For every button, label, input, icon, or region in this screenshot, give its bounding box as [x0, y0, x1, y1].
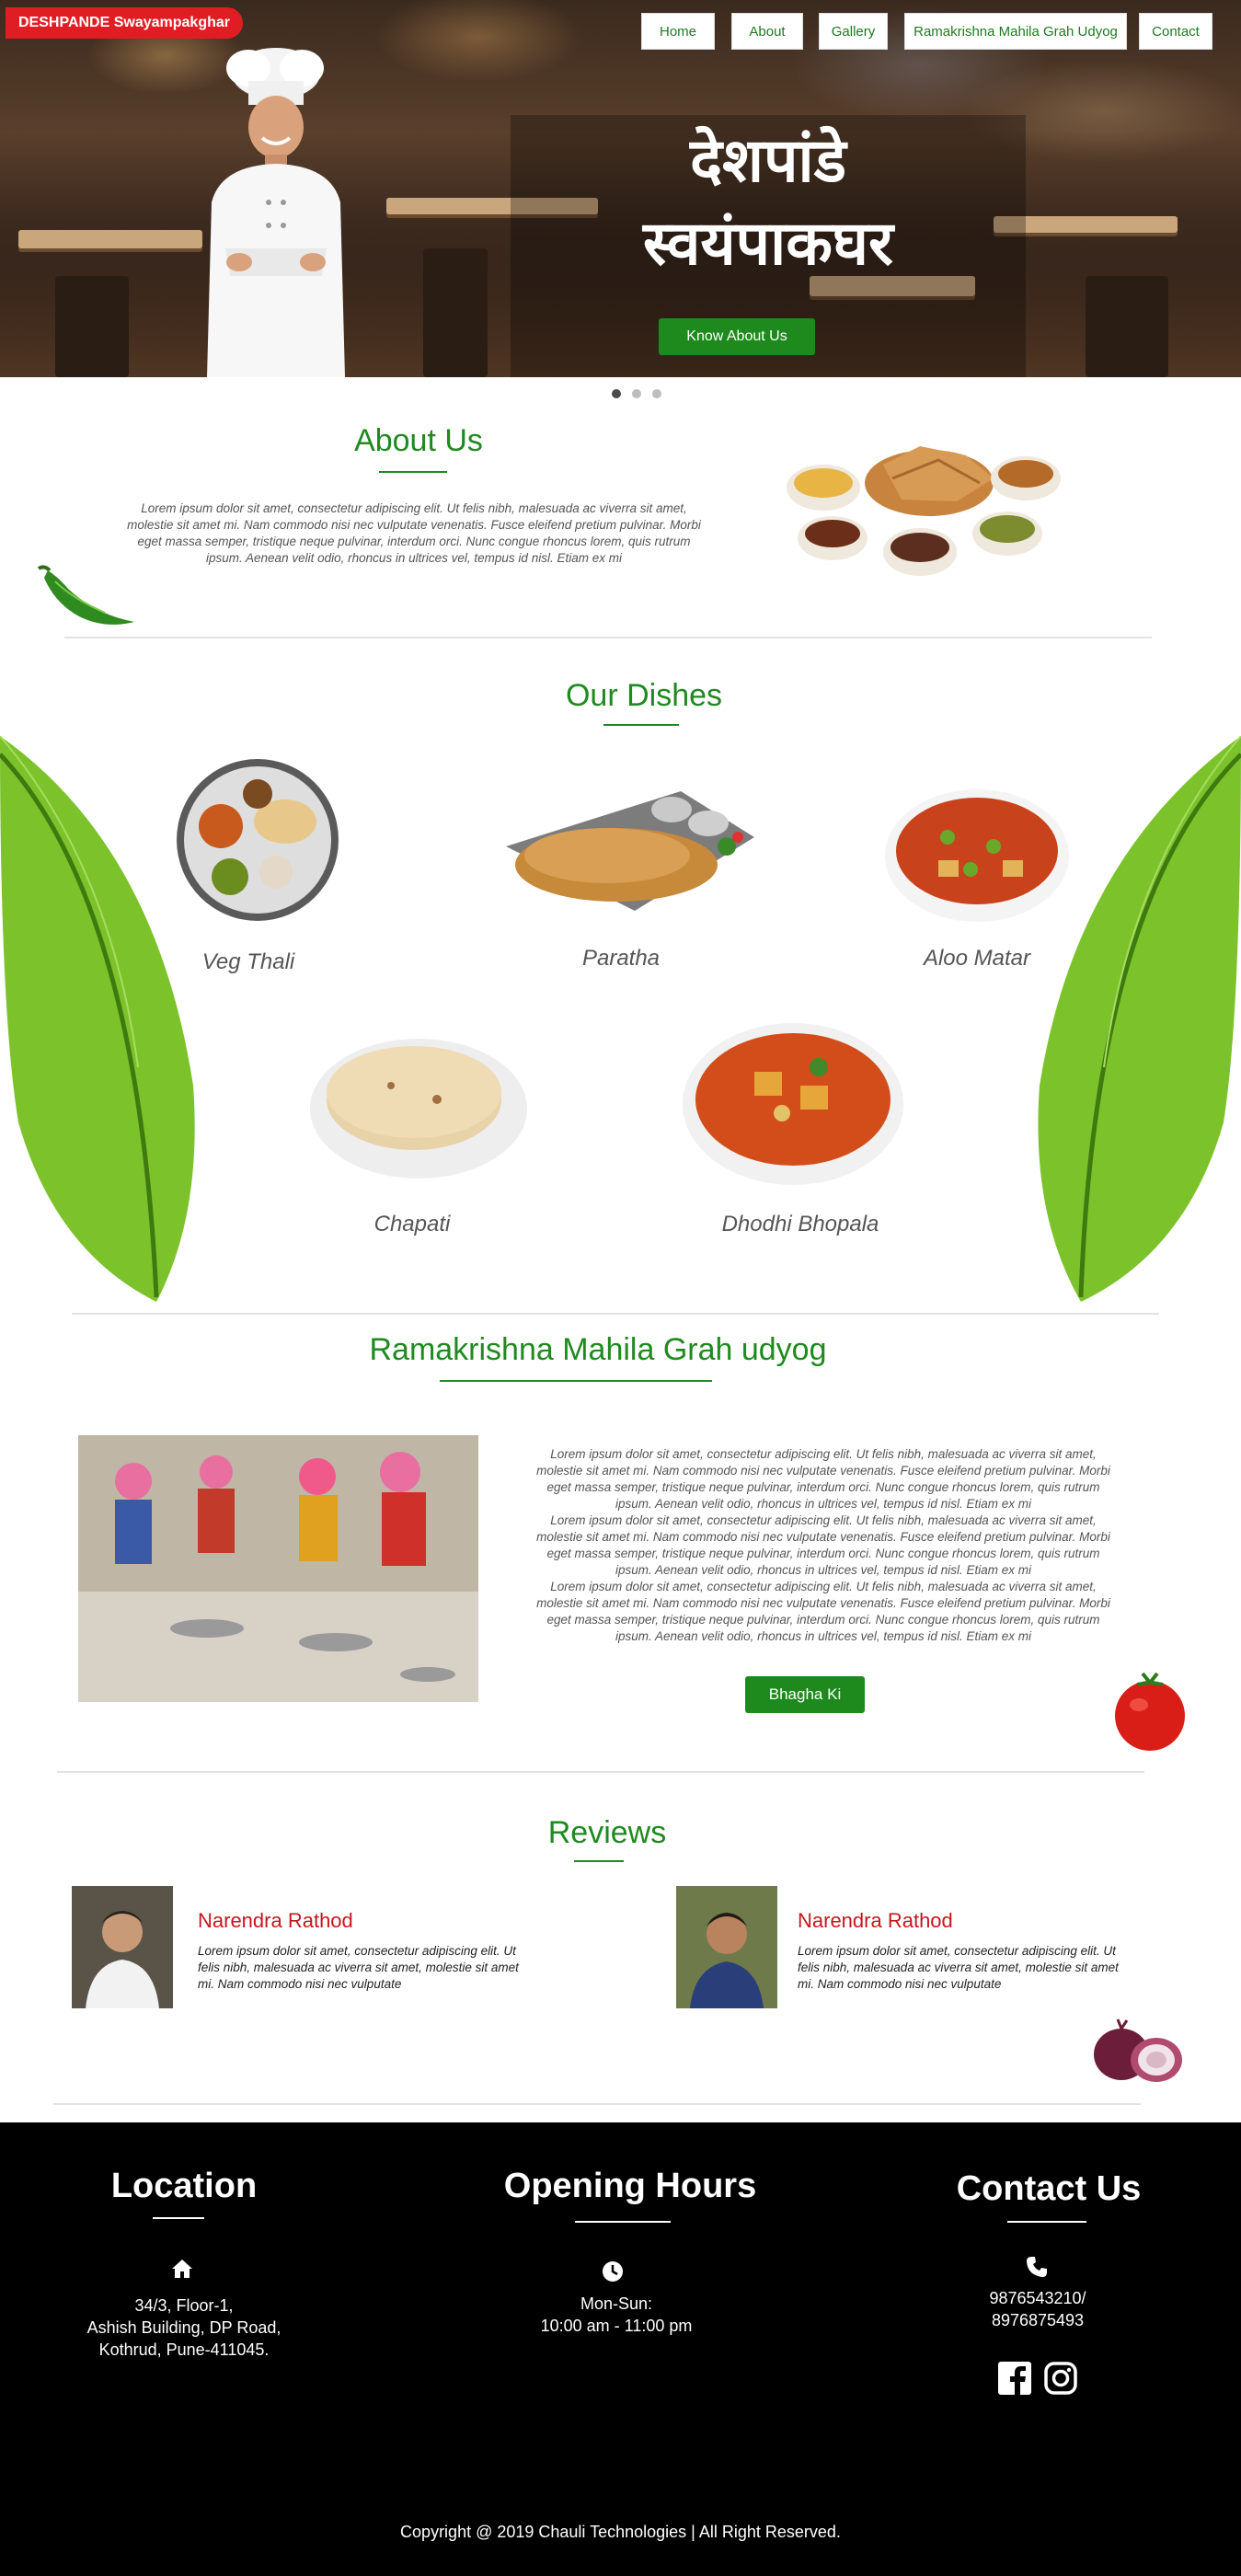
brand-logo[interactable]: DESHPANDE Swayampakghar — [6, 7, 243, 39]
restaurant-table — [18, 230, 202, 248]
section-divider — [72, 1313, 1159, 1315]
footer-contact-title: Contact Us — [956, 2169, 1142, 2208]
footer-hours-title: Opening Hours — [503, 2167, 757, 2205]
reviews-underline — [574, 1860, 624, 1862]
footer-location-title: Location — [110, 2167, 258, 2205]
dish-image-veg-thali — [177, 759, 339, 921]
dish-image-chapati — [310, 1039, 527, 1179]
reviews-title: Reviews — [547, 1815, 667, 1850]
dishes-title: Our Dishes — [565, 678, 723, 713]
address-line: Ashish Building, DP Road, — [86, 2318, 282, 2337]
restaurant-chair — [55, 276, 129, 377]
dish-name-chapati: Chapati — [373, 1212, 451, 1236]
dish-name-veg-thali: Veg Thali — [201, 949, 295, 974]
women-working-image — [78, 1435, 478, 1702]
about-title: About Us — [354, 423, 483, 458]
section-divider — [53, 2103, 1141, 2105]
dish-image-dhodhi-bhopala — [683, 1023, 903, 1185]
udyog-text: Lorem ipsum dolor sit amet, consectetur … — [534, 1446, 1113, 1645]
phone-icon — [1027, 2257, 1047, 2277]
section-divider — [57, 1771, 1144, 1773]
hero-title-line1: देशपांडे — [690, 125, 846, 196]
facebook-icon[interactable] — [998, 2362, 1031, 2395]
carousel-dot[interactable] — [652, 389, 661, 398]
udyog-paragraph: Lorem ipsum dolor sit amet, consectetur … — [536, 1580, 1110, 1643]
hours-line: 10:00 am - 11:00 pm — [540, 2317, 693, 2335]
hero-title: देशपांडे स्वयंपाकघर — [511, 120, 1026, 285]
tomato-icon — [1115, 1672, 1185, 1751]
nav-home[interactable]: Home — [641, 13, 715, 50]
footer-hours: Mon-Sun: 10:00 am - 11:00 pm — [488, 2293, 745, 2337]
instagram-icon[interactable] — [1044, 2362, 1077, 2395]
carousel-dot[interactable] — [612, 389, 621, 398]
phone-line[interactable]: 8976875493 — [946, 2309, 1130, 2331]
hero-title-line2: स्वयंपाकघर — [643, 208, 893, 279]
reviewer-name: Narendra Rathod — [798, 1909, 953, 1932]
dishes-underline — [603, 724, 679, 726]
banana-leaf-left-image — [0, 736, 195, 1302]
dish-name-dhodhi-bhopala: Dhodhi Bhopala — [721, 1212, 879, 1236]
know-about-us-button[interactable]: Know About Us — [659, 318, 815, 355]
bhagha-ki-button[interactable]: Bhagha Ki — [745, 1676, 865, 1713]
nav-udyog[interactable]: Ramakrishna Mahila Grah Udyog — [904, 13, 1127, 50]
udyog-paragraph: Lorem ipsum dolor sit amet, consectetur … — [536, 1447, 1110, 1511]
address-line: Kothrud, Pune-411045. — [98, 2340, 270, 2359]
review-text: Lorem ipsum dolor sit amet, consectetur … — [198, 1944, 519, 1991]
footer-hours-underline — [575, 2221, 671, 2223]
nav-gallery[interactable]: Gallery — [819, 13, 888, 50]
restaurant-chair — [1086, 276, 1168, 377]
reviewer-avatar — [72, 1886, 173, 2008]
dish-image-paratha — [506, 791, 754, 911]
footer-contact-underline — [1007, 2221, 1086, 2223]
carousel-dot[interactable] — [632, 389, 641, 398]
hero-banner: DESHPANDE Swayampakghar Home About Galle… — [0, 0, 1241, 377]
section-divider — [64, 637, 1152, 638]
udyog-underline — [440, 1380, 712, 1382]
footer-address: 34/3, Floor-1, Ashish Building, DP Road,… — [46, 2294, 322, 2361]
address-line: 34/3, Floor-1, — [134, 2296, 234, 2315]
home-icon — [172, 2260, 192, 2278]
udyog-paragraph: Lorem ipsum dolor sit amet, consectetur … — [536, 1513, 1110, 1577]
food-bowls-image — [787, 446, 1061, 576]
restaurant-chair — [423, 248, 488, 377]
copyright-text: Copyright @ 2019 Chauli Technologies | A… — [400, 2523, 841, 2541]
chef-illustration — [207, 48, 345, 377]
reviewer-name: Narendra Rathod — [198, 1909, 353, 1932]
dish-name-aloo-matar: Aloo Matar — [923, 946, 1031, 971]
footer-location-underline — [153, 2217, 204, 2219]
chili-pepper-icon — [37, 565, 134, 625]
about-text: Lorem ipsum dolor sit amet, consectetur … — [127, 501, 701, 565]
nav-about[interactable]: About — [731, 13, 803, 50]
reviewer-avatar — [676, 1886, 777, 2008]
review-text: Lorem ipsum dolor sit amet, consectetur … — [798, 1944, 1119, 1991]
udyog-title: Ramakrishna Mahila Grah udyog — [369, 1332, 827, 1367]
phone-line[interactable]: 9876543210/ — [946, 2287, 1130, 2309]
dish-name-paratha: Paratha — [581, 946, 661, 971]
dish-image-aloo-matar — [885, 789, 1069, 922]
onion-icon — [1094, 2018, 1182, 2082]
about-underline — [379, 471, 447, 473]
hours-line: Mon-Sun: — [580, 2294, 653, 2313]
clock-icon — [603, 2261, 623, 2282]
nav-contact[interactable]: Contact — [1139, 13, 1212, 50]
footer-phone: 9876543210/ 8976875493 — [946, 2287, 1130, 2331]
carousel-dots[interactable] — [612, 389, 661, 398]
